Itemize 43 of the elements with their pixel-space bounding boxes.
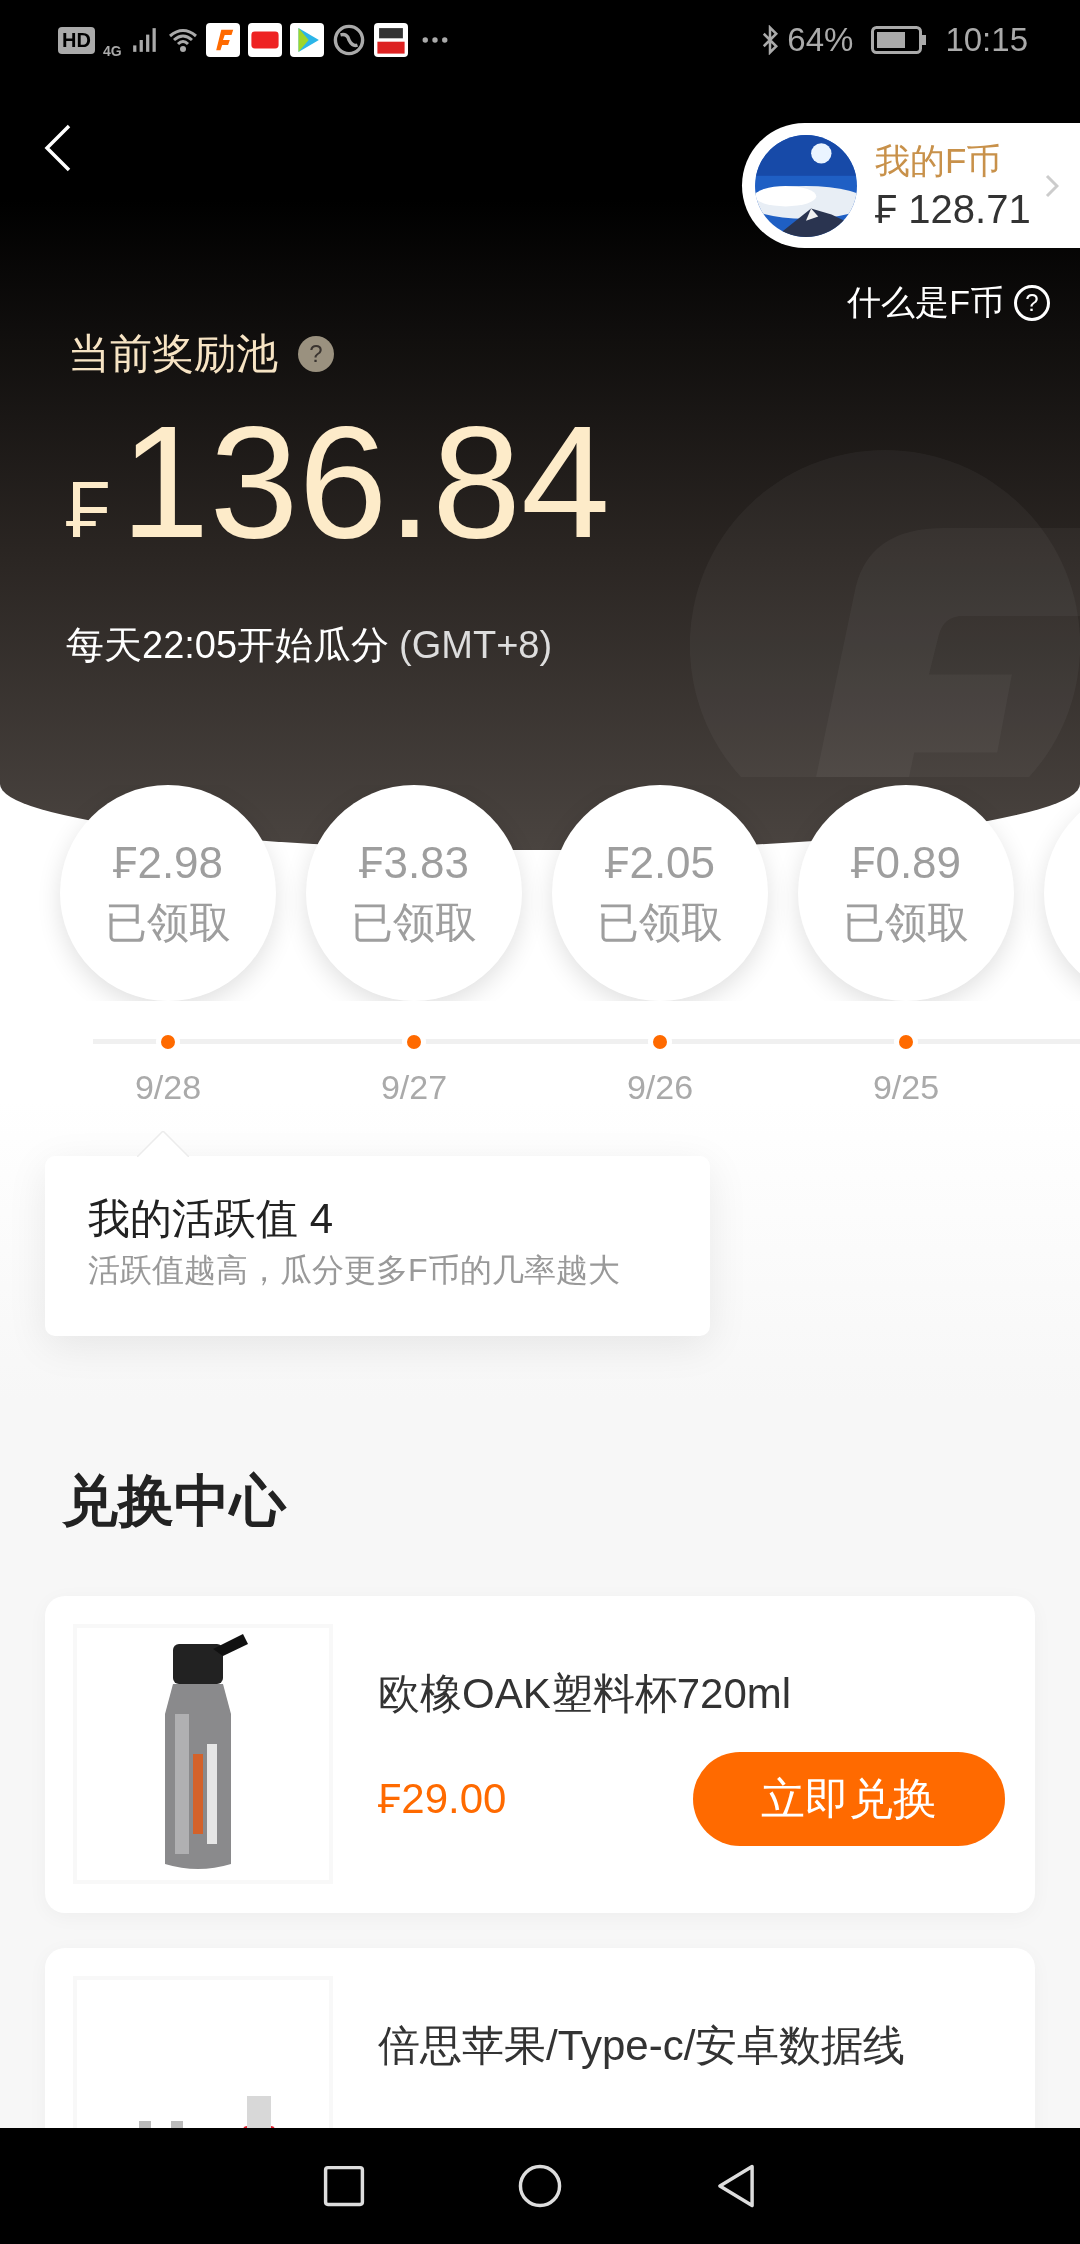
wifi-icon bbox=[167, 26, 198, 54]
clock: 10:15 bbox=[945, 21, 1028, 59]
what-is-f-coin-link[interactable]: 什么是F币 ? bbox=[847, 280, 1050, 326]
reward-circle[interactable]: ₣3.83 已领取 bbox=[306, 785, 522, 1001]
product-price: ₣29.00 bbox=[378, 1775, 507, 1823]
reward-circle[interactable]: ₣0.89 已领取 bbox=[798, 785, 1014, 1001]
reward-circle[interactable]: ₣2.98 已领取 bbox=[60, 785, 276, 1001]
pool-title: 当前奖励池 bbox=[68, 329, 278, 379]
date-label: 9/27 bbox=[379, 1068, 449, 1107]
date-label: 9/26 bbox=[625, 1068, 695, 1107]
activity-value: 我的活跃值 4 bbox=[88, 1194, 335, 1244]
back-icon[interactable] bbox=[43, 123, 73, 173]
app-notification-icon bbox=[205, 23, 240, 57]
date-label: 9/25 bbox=[871, 1068, 941, 1107]
activity-hint: 活跃值越高，瓜分更多F币的几率越大 bbox=[88, 1251, 621, 1290]
bluetooth-icon bbox=[761, 25, 780, 55]
app-notification-icon bbox=[289, 23, 324, 57]
product-card[interactable]: 倍思苹果/Type-c/安卓数据线 bbox=[45, 1948, 1035, 2128]
product-name: 倍思苹果/Type-c/安卓数据线 bbox=[378, 2021, 907, 2071]
chevron-right-icon bbox=[1044, 173, 1059, 198]
reward-circle[interactable]: ₣2.05 已领取 bbox=[552, 785, 768, 1001]
wallet-label: 我的F币 bbox=[875, 139, 1003, 182]
schedule-text: 每天22:05开始瓜分 bbox=[66, 623, 390, 668]
product-name: 欧橡OAK塑料杯720ml bbox=[378, 1669, 793, 1719]
more-notifications-icon bbox=[421, 36, 448, 44]
app-notification-icon bbox=[373, 23, 408, 57]
globe-icon bbox=[331, 23, 366, 57]
pool-amount: ₣136.84 bbox=[65, 392, 611, 573]
timezone-text: (GMT+8) bbox=[399, 624, 553, 667]
battery-percentage: 64% bbox=[787, 21, 854, 59]
redeem-button[interactable]: 立即兑换 bbox=[693, 1752, 1005, 1846]
network-type: 4G bbox=[102, 43, 122, 59]
recents-icon[interactable] bbox=[321, 2163, 367, 2209]
wallet-balance: ₣ 128.71 bbox=[875, 185, 1031, 233]
date-label: 9/28 bbox=[133, 1068, 203, 1107]
battery-icon bbox=[871, 26, 928, 54]
product-card[interactable]: 欧橡OAK塑料杯720ml ₣29.00 立即兑换 bbox=[45, 1596, 1035, 1913]
help-icon[interactable]: ? bbox=[298, 336, 334, 372]
app-notification-icon bbox=[247, 23, 282, 57]
wallet-button[interactable]: 我的F币 ₣ 128.71 bbox=[742, 123, 1080, 248]
home-icon[interactable] bbox=[517, 2163, 563, 2209]
section-title: 兑换中心 bbox=[61, 1468, 288, 1534]
hd-indicator: HD bbox=[58, 26, 95, 54]
